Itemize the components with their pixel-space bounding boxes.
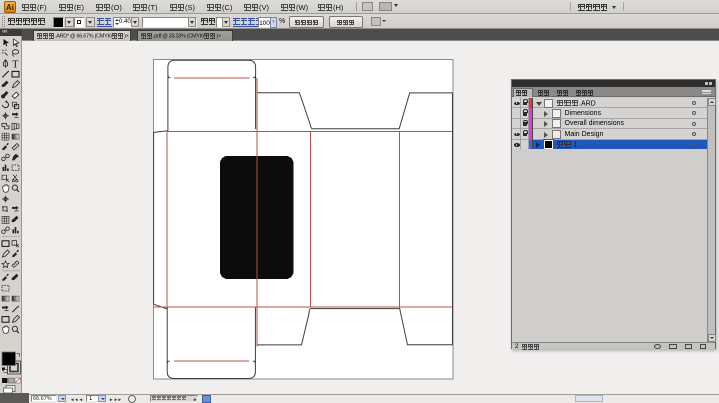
svg-text:T: T <box>12 60 18 71</box>
